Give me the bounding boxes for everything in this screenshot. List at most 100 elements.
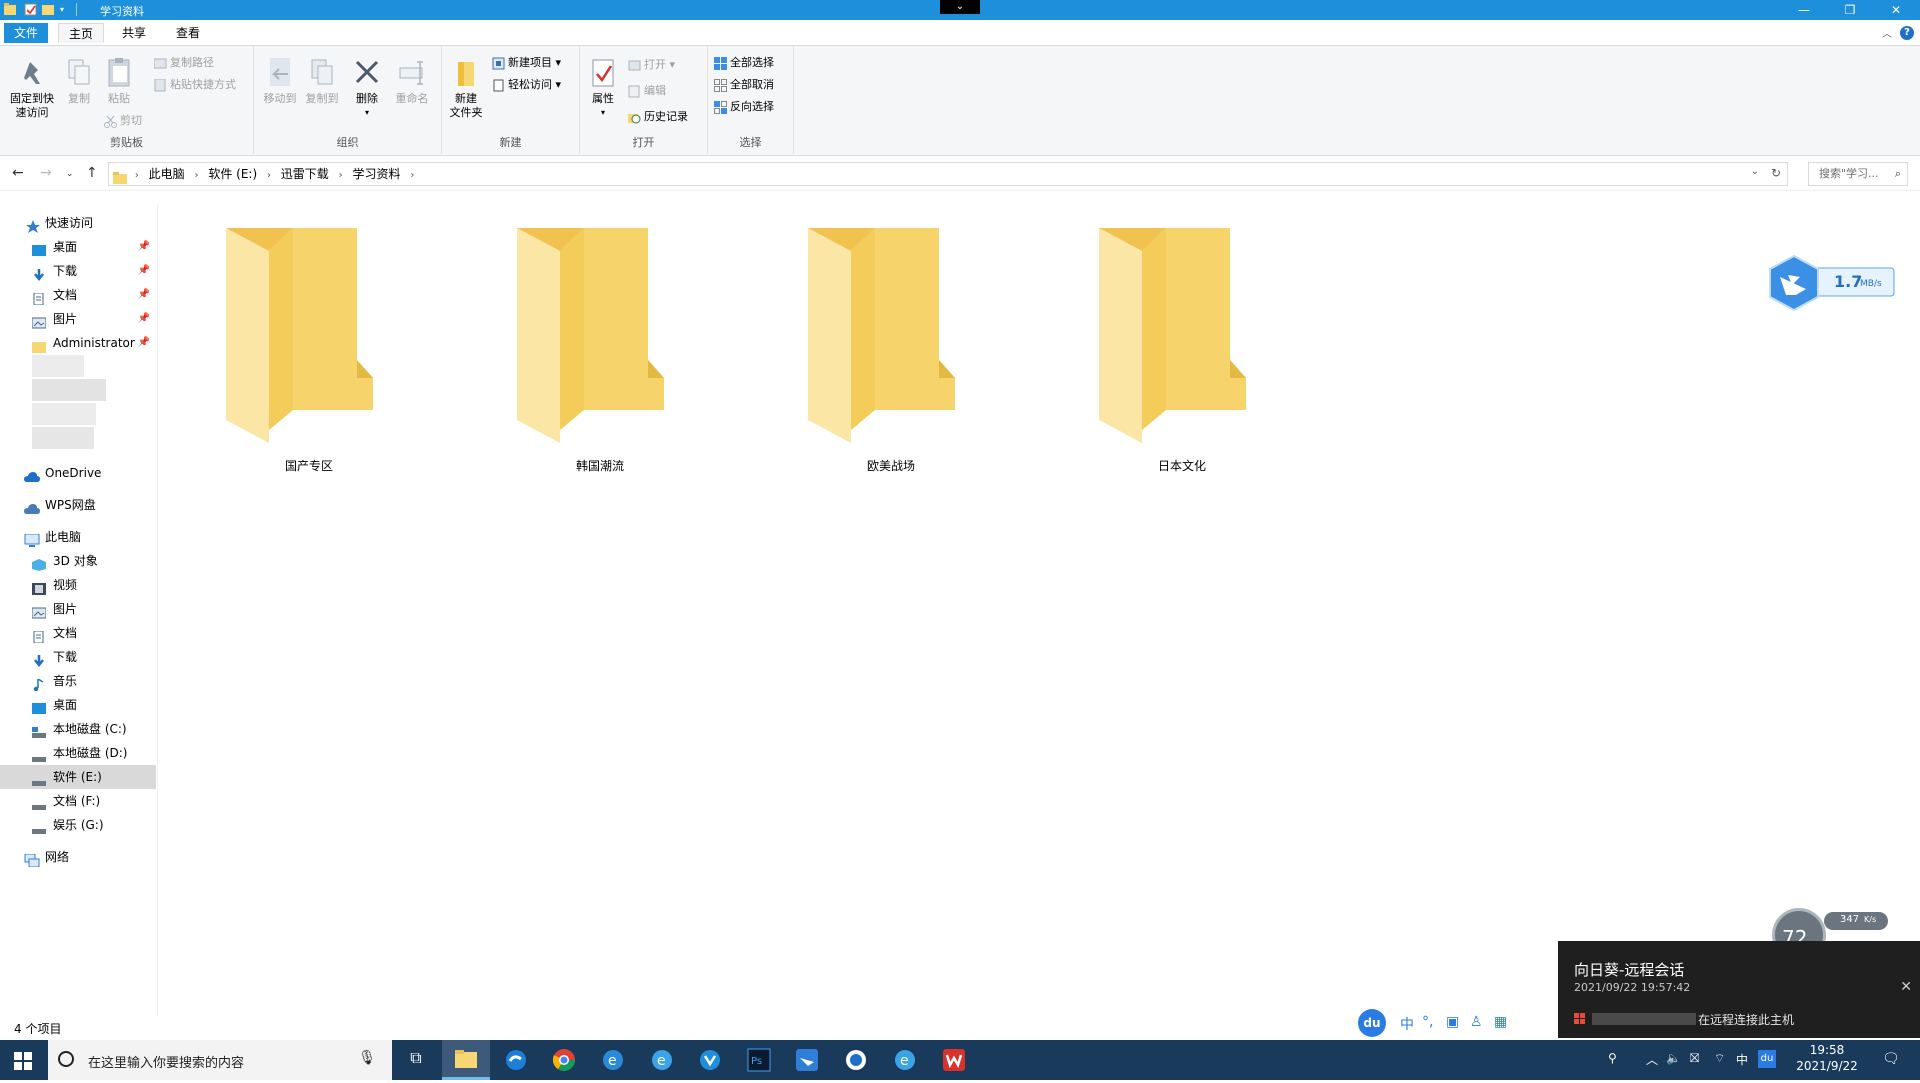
remote-session-notification[interactable]: 向日葵-远程会话 2021/09/22 19:57:42 在远程连接此主机 ✕ bbox=[1558, 941, 1920, 1038]
tray-ime-language[interactable]: 中 bbox=[1736, 1051, 1748, 1068]
nav-network[interactable]: 网络 bbox=[0, 845, 156, 869]
select-all-button[interactable]: 全部选择 bbox=[714, 54, 774, 72]
toolbox-icon[interactable]: ▣ bbox=[1446, 1014, 1459, 1030]
nav-item-pictures-pc[interactable]: 图片 bbox=[0, 597, 156, 621]
tab-share[interactable]: 共享 bbox=[112, 23, 156, 43]
obscured-nav-item[interactable] bbox=[32, 379, 106, 401]
open-button[interactable]: 打开 ▾ bbox=[628, 56, 675, 74]
edge-legacy-icon[interactable]: e bbox=[893, 1048, 917, 1072]
back-arrow-icon[interactable]: ← bbox=[12, 165, 24, 181]
close-icon[interactable]: ✕ bbox=[1900, 979, 1912, 995]
vscode-like-icon[interactable] bbox=[698, 1048, 722, 1072]
nav-item-drive-e[interactable]: 软件 (E:) bbox=[0, 765, 156, 789]
properties-quick-icon[interactable] bbox=[24, 3, 37, 16]
paste-button[interactable]: 粘贴 bbox=[102, 56, 136, 106]
download-speed-widget[interactable]: 1.7 MB/s bbox=[1768, 255, 1896, 311]
punctuation-icon[interactable]: °, bbox=[1422, 1014, 1433, 1030]
paste-shortcut-button[interactable]: 粘贴快捷方式 bbox=[154, 76, 236, 94]
breadcrumb-separator-icon[interactable]: › bbox=[410, 165, 414, 187]
nav-item-drive-c[interactable]: 本地磁盘 (C:) bbox=[0, 717, 156, 741]
ie-browser-icon[interactable]: e bbox=[650, 1048, 674, 1072]
wps-office-icon[interactable] bbox=[942, 1048, 966, 1072]
nav-item-downloads-pc[interactable]: 下载 bbox=[0, 645, 156, 669]
history-button[interactable]: 历史记录 bbox=[628, 108, 688, 126]
new-folder-button[interactable]: 新建 文件夹 bbox=[446, 56, 486, 120]
ie-icon[interactable]: e bbox=[601, 1048, 625, 1072]
nav-item-drive-f[interactable]: 文档 (F:) bbox=[0, 789, 156, 813]
properties-button[interactable]: 属性 ▾ bbox=[584, 56, 622, 120]
refresh-icon[interactable]: ↻ bbox=[1771, 166, 1781, 180]
tab-view[interactable]: 查看 bbox=[166, 23, 210, 43]
nav-item-3d-objects[interactable]: 3D 对象 bbox=[0, 549, 156, 573]
new-folder-quick-icon[interactable] bbox=[42, 3, 55, 16]
nav-this-pc[interactable]: 此电脑 bbox=[0, 525, 156, 549]
people-icon[interactable]: ⚲ bbox=[1608, 1051, 1617, 1065]
photoshop-icon[interactable]: Ps bbox=[747, 1048, 771, 1072]
address-dropdown-chevron-icon[interactable]: ⌄ bbox=[1751, 166, 1759, 177]
folder-item[interactable]: 韩国潮流 bbox=[500, 225, 700, 475]
breadcrumb-separator-icon[interactable]: › bbox=[339, 165, 343, 187]
breadcrumb-item[interactable]: 此电脑 bbox=[143, 163, 191, 185]
nav-item-drive-g[interactable]: 娱乐 (G:) bbox=[0, 813, 156, 837]
nav-onedrive[interactable]: OneDrive bbox=[0, 461, 156, 485]
select-none-button[interactable]: 全部取消 bbox=[714, 76, 774, 94]
file-explorer-taskbar-icon[interactable] bbox=[442, 1040, 490, 1080]
delete-button[interactable]: 删除 ▾ bbox=[350, 56, 384, 120]
wifi-icon[interactable]: ⌔ bbox=[1714, 1051, 1725, 1066]
rename-button[interactable]: 重命名 bbox=[392, 56, 432, 106]
close-button[interactable]: ✕ bbox=[1876, 0, 1916, 20]
breadcrumb-separator-icon[interactable]: › bbox=[195, 165, 199, 187]
up-arrow-icon[interactable]: ↑ bbox=[86, 165, 98, 181]
folder-item[interactable]: 日本文化 bbox=[1082, 225, 1282, 475]
move-to-button[interactable]: 移动到 bbox=[260, 56, 300, 106]
task-view-icon[interactable]: ⧉ bbox=[404, 1048, 428, 1072]
action-center-icon[interactable]: 🗨 bbox=[1882, 1051, 1900, 1067]
tray-overflow-chevron-icon[interactable]: ︿ bbox=[1646, 1051, 1658, 1068]
volume-icon[interactable]: 🔈 bbox=[1666, 1051, 1681, 1065]
pin-icon[interactable]: 📌 bbox=[138, 259, 150, 283]
invert-selection-button[interactable]: 反向选择 bbox=[714, 98, 774, 116]
obscured-nav-item[interactable] bbox=[32, 427, 94, 449]
nav-item-documents[interactable]: 文档 📌 bbox=[0, 283, 156, 307]
sunlogin-tray-icon[interactable]: ⛝ bbox=[1690, 1051, 1699, 1066]
pin-icon[interactable]: 📌 bbox=[138, 235, 150, 259]
tab-home[interactable]: 主页 bbox=[58, 23, 105, 43]
nav-item-desktop-pc[interactable]: 桌面 bbox=[0, 693, 156, 717]
folder-item[interactable]: 国产专区 bbox=[209, 225, 409, 475]
baidu-ime-logo-icon[interactable]: du bbox=[1358, 1009, 1386, 1037]
windows-start-icon[interactable] bbox=[14, 1052, 32, 1070]
search-input[interactable]: 搜索"学习... ⌕ bbox=[1808, 162, 1908, 186]
collapse-ribbon-icon[interactable]: ︿ bbox=[1882, 25, 1892, 40]
search-icon[interactable]: ⌕ bbox=[1895, 163, 1901, 185]
quick-access-dropdown-icon[interactable]: ▾ bbox=[60, 3, 73, 16]
nav-wps-cloud[interactable]: WPS网盘 bbox=[0, 493, 156, 517]
edge-icon[interactable] bbox=[504, 1048, 528, 1072]
baidu-ime-tray-icon[interactable]: du bbox=[1758, 1050, 1776, 1068]
nav-quick-access[interactable]: 快速访问 bbox=[0, 211, 156, 235]
edit-button[interactable]: 编辑 bbox=[628, 82, 666, 100]
ime-language-toggle[interactable]: 中 bbox=[1400, 1014, 1414, 1034]
nav-item-documents-pc[interactable]: 文档 bbox=[0, 621, 156, 645]
folder-item[interactable]: 欧美战场 bbox=[791, 225, 991, 475]
new-item-button[interactable]: 新建项目 ▾ bbox=[492, 54, 561, 72]
easy-access-button[interactable]: 轻松访问 ▾ bbox=[492, 76, 561, 94]
microphone-icon[interactable]: 🎙 bbox=[358, 1050, 376, 1066]
recent-locations-chevron-icon[interactable]: ⌄ bbox=[66, 169, 74, 179]
obscured-nav-item[interactable] bbox=[32, 403, 96, 425]
breadcrumb-item[interactable]: 软件 (E:) bbox=[202, 163, 263, 185]
pin-icon[interactable]: 📌 bbox=[138, 307, 150, 331]
copy-to-button[interactable]: 复制到 bbox=[302, 56, 342, 106]
chrome-icon[interactable] bbox=[552, 1048, 576, 1072]
grid-menu-icon[interactable]: ▦ bbox=[1494, 1014, 1507, 1030]
taskbar-search-input[interactable]: 在这里输入你要搜索的内容 🎙 bbox=[48, 1040, 392, 1080]
breadcrumb-item[interactable]: 学习资料 bbox=[346, 163, 406, 185]
nav-item-administrator[interactable]: Administrator 📌 bbox=[0, 331, 156, 355]
minimize-button[interactable]: — bbox=[1784, 0, 1824, 20]
pin-to-quick-access-button[interactable]: 固定到快 速访问 bbox=[4, 56, 60, 120]
copy-button[interactable]: 复制 bbox=[62, 56, 96, 106]
chevron-down-icon[interactable]: ⌄ bbox=[940, 0, 980, 14]
nav-item-downloads[interactable]: 下载 📌 bbox=[0, 259, 156, 283]
pin-icon[interactable]: 📌 bbox=[138, 331, 150, 355]
breadcrumb-item[interactable]: 迅雷下载 bbox=[275, 163, 335, 185]
taskbar-clock[interactable]: 19:58 2021/9/22 bbox=[1782, 1043, 1872, 1073]
